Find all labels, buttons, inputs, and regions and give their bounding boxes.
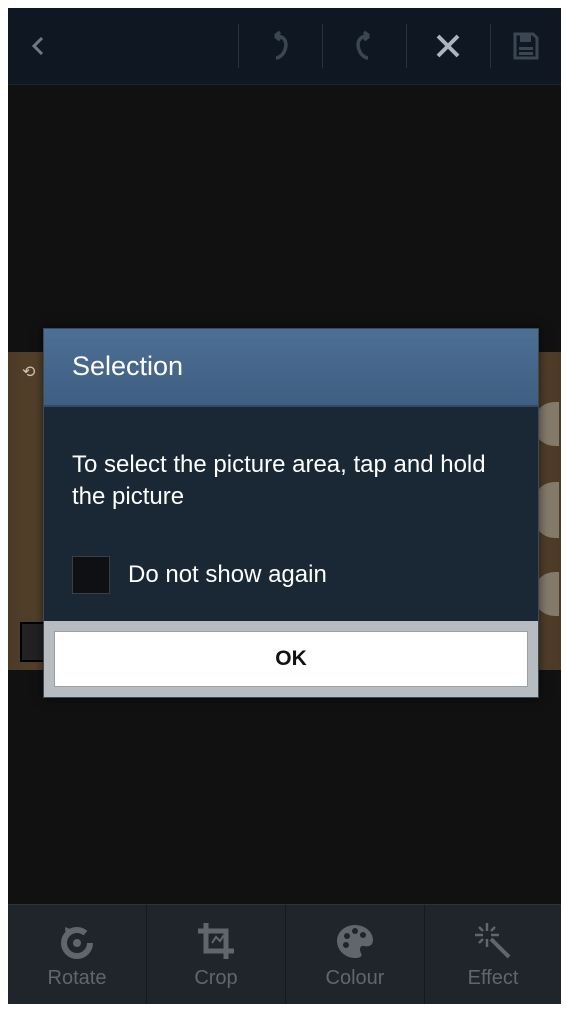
back-icon: [31, 36, 44, 56]
dialog-title: Selection: [72, 351, 184, 381]
cancel-button[interactable]: [407, 8, 489, 84]
selection-dialog: Selection To select the picture area, ta…: [43, 328, 539, 698]
crop-label: Crop: [194, 967, 238, 989]
save-button[interactable]: [491, 8, 561, 84]
dialog-header: Selection: [44, 329, 538, 407]
dialog-message: To select the picture area, tap and hold…: [72, 451, 486, 510]
redo-icon: [356, 30, 371, 60]
back-button[interactable]: [8, 8, 68, 84]
crop-icon: [198, 923, 234, 959]
dialog-button-bar: OK: [44, 621, 538, 697]
do-not-show-again-row[interactable]: Do not show again: [72, 555, 512, 595]
redo-button[interactable]: [323, 8, 405, 84]
ok-button[interactable]: OK: [54, 631, 528, 687]
save-icon: [513, 32, 539, 60]
crop-button[interactable]: Crop: [147, 905, 285, 1004]
undo-button[interactable]: [239, 8, 321, 84]
palette-icon: [337, 925, 373, 958]
magic-wand-icon: [475, 923, 511, 959]
undo-icon: [273, 30, 288, 60]
colour-button[interactable]: Colour: [286, 905, 424, 1004]
rotate-label: Rotate: [47, 967, 107, 989]
bottom-toolbar: Rotate Crop Colour Effect: [8, 904, 561, 1004]
photo-editor-screen: ⟲ Selection To select the picture area, …: [8, 8, 561, 1004]
rotate-button[interactable]: Rotate: [8, 905, 146, 1004]
rotate-icon: [61, 927, 93, 959]
close-icon: [436, 34, 460, 58]
effect-label: Effect: [467, 967, 519, 989]
checkbox-label: Do not show again: [128, 561, 327, 588]
do-not-show-again-checkbox[interactable]: [72, 556, 110, 594]
top-action-bar: [8, 8, 561, 85]
colour-label: Colour: [325, 967, 385, 989]
effect-button[interactable]: Effect: [425, 905, 561, 1004]
rotate-handle-icon: ⟲: [22, 364, 36, 381]
